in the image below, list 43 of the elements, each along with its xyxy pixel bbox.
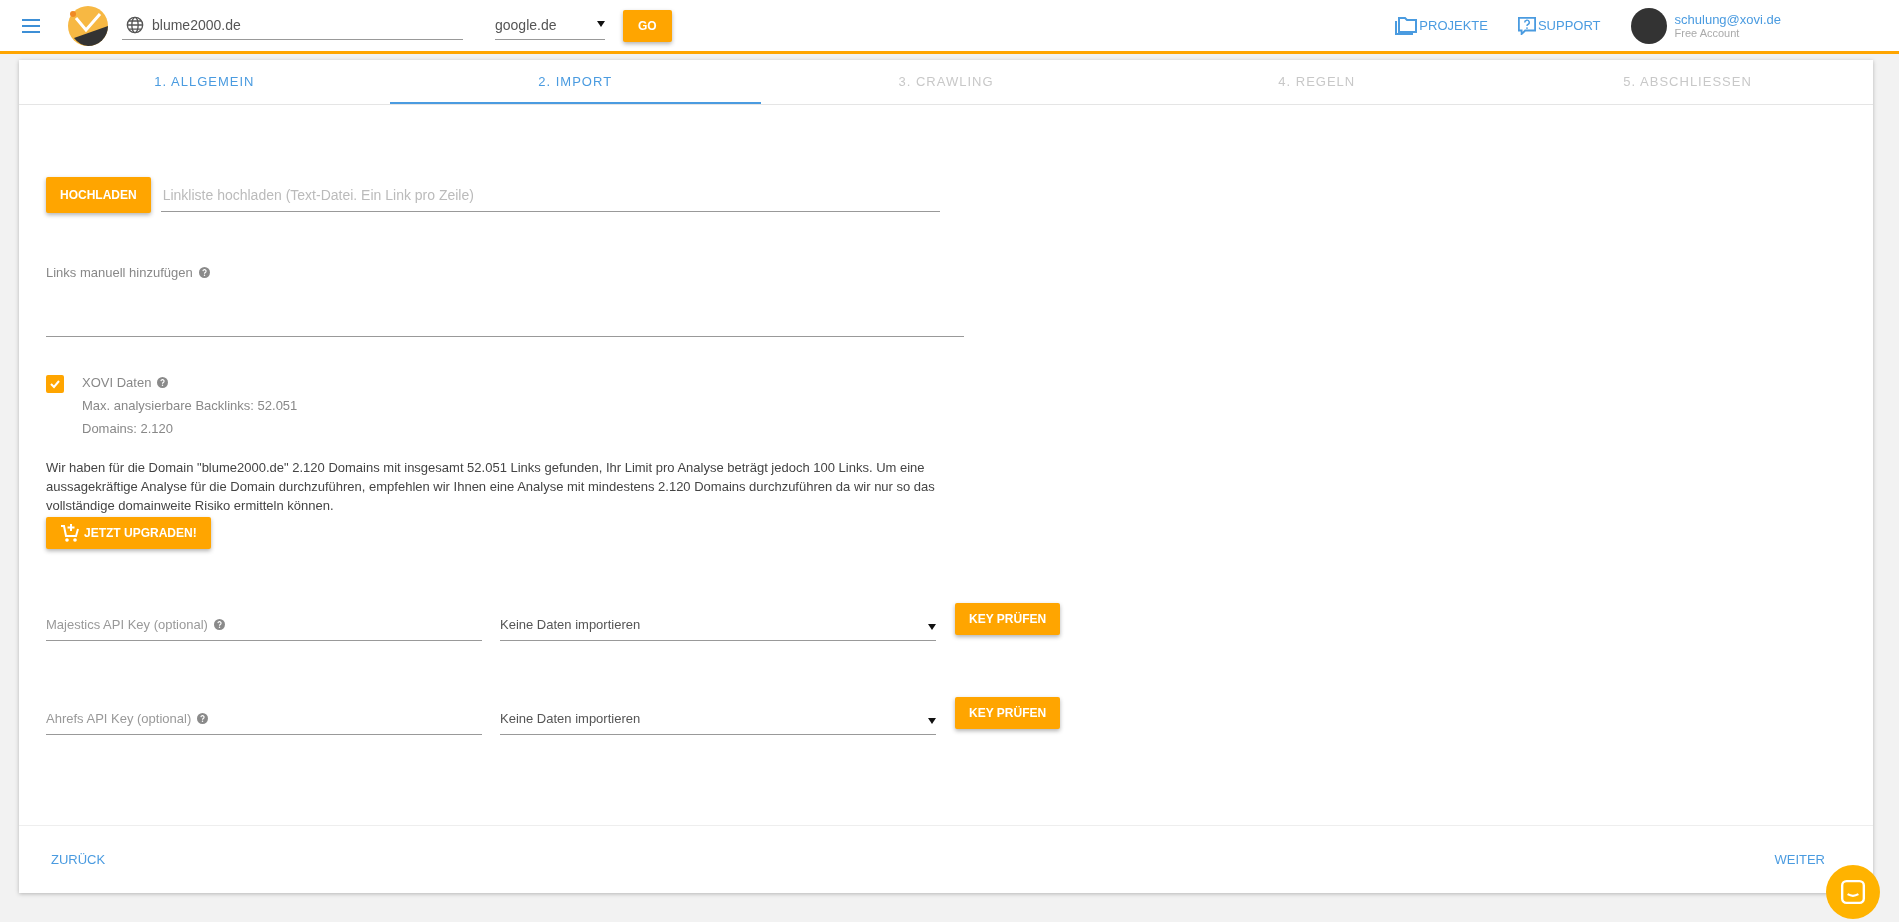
api-key-field[interactable]: Majestics API Key (optional) (46, 609, 482, 641)
field-label: Links manuell hinzufügen (46, 265, 193, 280)
help-icon[interactable] (198, 267, 210, 278)
upgrade-button[interactable]: JETZT UPGRADEN! (46, 517, 211, 549)
checkmark-icon (49, 378, 61, 390)
checkbox[interactable] (46, 375, 64, 393)
info-text: Max. analysierbare Backlinks: 52.051 (82, 398, 298, 413)
help-bubble-icon (1517, 16, 1536, 35)
step-tab[interactable]: 2. IMPORT (389, 60, 761, 104)
api-key-field[interactable]: Ahrefs API Key (optional) (46, 703, 482, 735)
globe-icon (126, 15, 144, 34)
import-select[interactable]: Keine Daten importieren (500, 703, 936, 735)
help-icon[interactable] (197, 713, 209, 724)
folder-icon (1395, 16, 1418, 35)
upload-button[interactable]: HOCHLADEN (46, 177, 151, 213)
account-plan: Free Account (1674, 27, 1741, 39)
step-tab[interactable]: 1. ALLGEMEIN (19, 60, 390, 104)
chat-icon (1840, 879, 1866, 905)
help-icon[interactable] (157, 377, 169, 388)
notice-text: Wir haben für die Domain "blume2000.de" 2.120 Domains mit insgesamt 52.051 Links gefunden, Ihr Limit pro Analyse beträgt jedoch 100 Links. Um eine aussagekräftige Analyse für die Domain durchzuführen, empfehlen wir Ihnen eine Analyse mit mindestens 2.120 Domains durchzuführen da wir nur so das vollständige domainweite Risiko ermitteln können. (46, 459, 936, 515)
info-text: Domains: 2.120 (82, 421, 175, 436)
domain-field[interactable]: blume2000.de (122, 11, 463, 40)
cart-icon (60, 523, 80, 543)
menu-icon[interactable] (22, 18, 40, 33)
next-link[interactable]: WEITER (1774, 852, 1825, 867)
support-link[interactable]: SUPPORT (1517, 16, 1601, 35)
go-button[interactable]: GO (623, 9, 672, 42)
dropdown-caret-icon (597, 21, 605, 27)
dropdown-caret-icon (928, 718, 936, 724)
chat-button[interactable] (1826, 865, 1880, 919)
search-engine-select[interactable]: google.de (495, 11, 605, 40)
checkbox-label: XOVI Daten (82, 375, 152, 390)
user-email[interactable]: schulung@xovi.de (1674, 12, 1781, 27)
help-icon[interactable] (213, 619, 225, 630)
file-field[interactable]: Linkliste hochladen (Text-Datei. Ein Link pro Zeile) (160, 178, 940, 212)
dropdown-caret-icon (928, 624, 936, 630)
logo-icon[interactable] (66, 3, 110, 48)
avatar-icon[interactable] (1630, 7, 1667, 44)
projects-link[interactable]: PROJEKTE (1395, 16, 1488, 35)
back-link[interactable]: ZURÜCK (51, 852, 106, 867)
check-key-button[interactable]: KEY PRÜFEN (955, 697, 1061, 729)
check-key-button[interactable]: KEY PRÜFEN (955, 603, 1061, 635)
import-select[interactable]: Keine Daten importieren (500, 609, 936, 641)
